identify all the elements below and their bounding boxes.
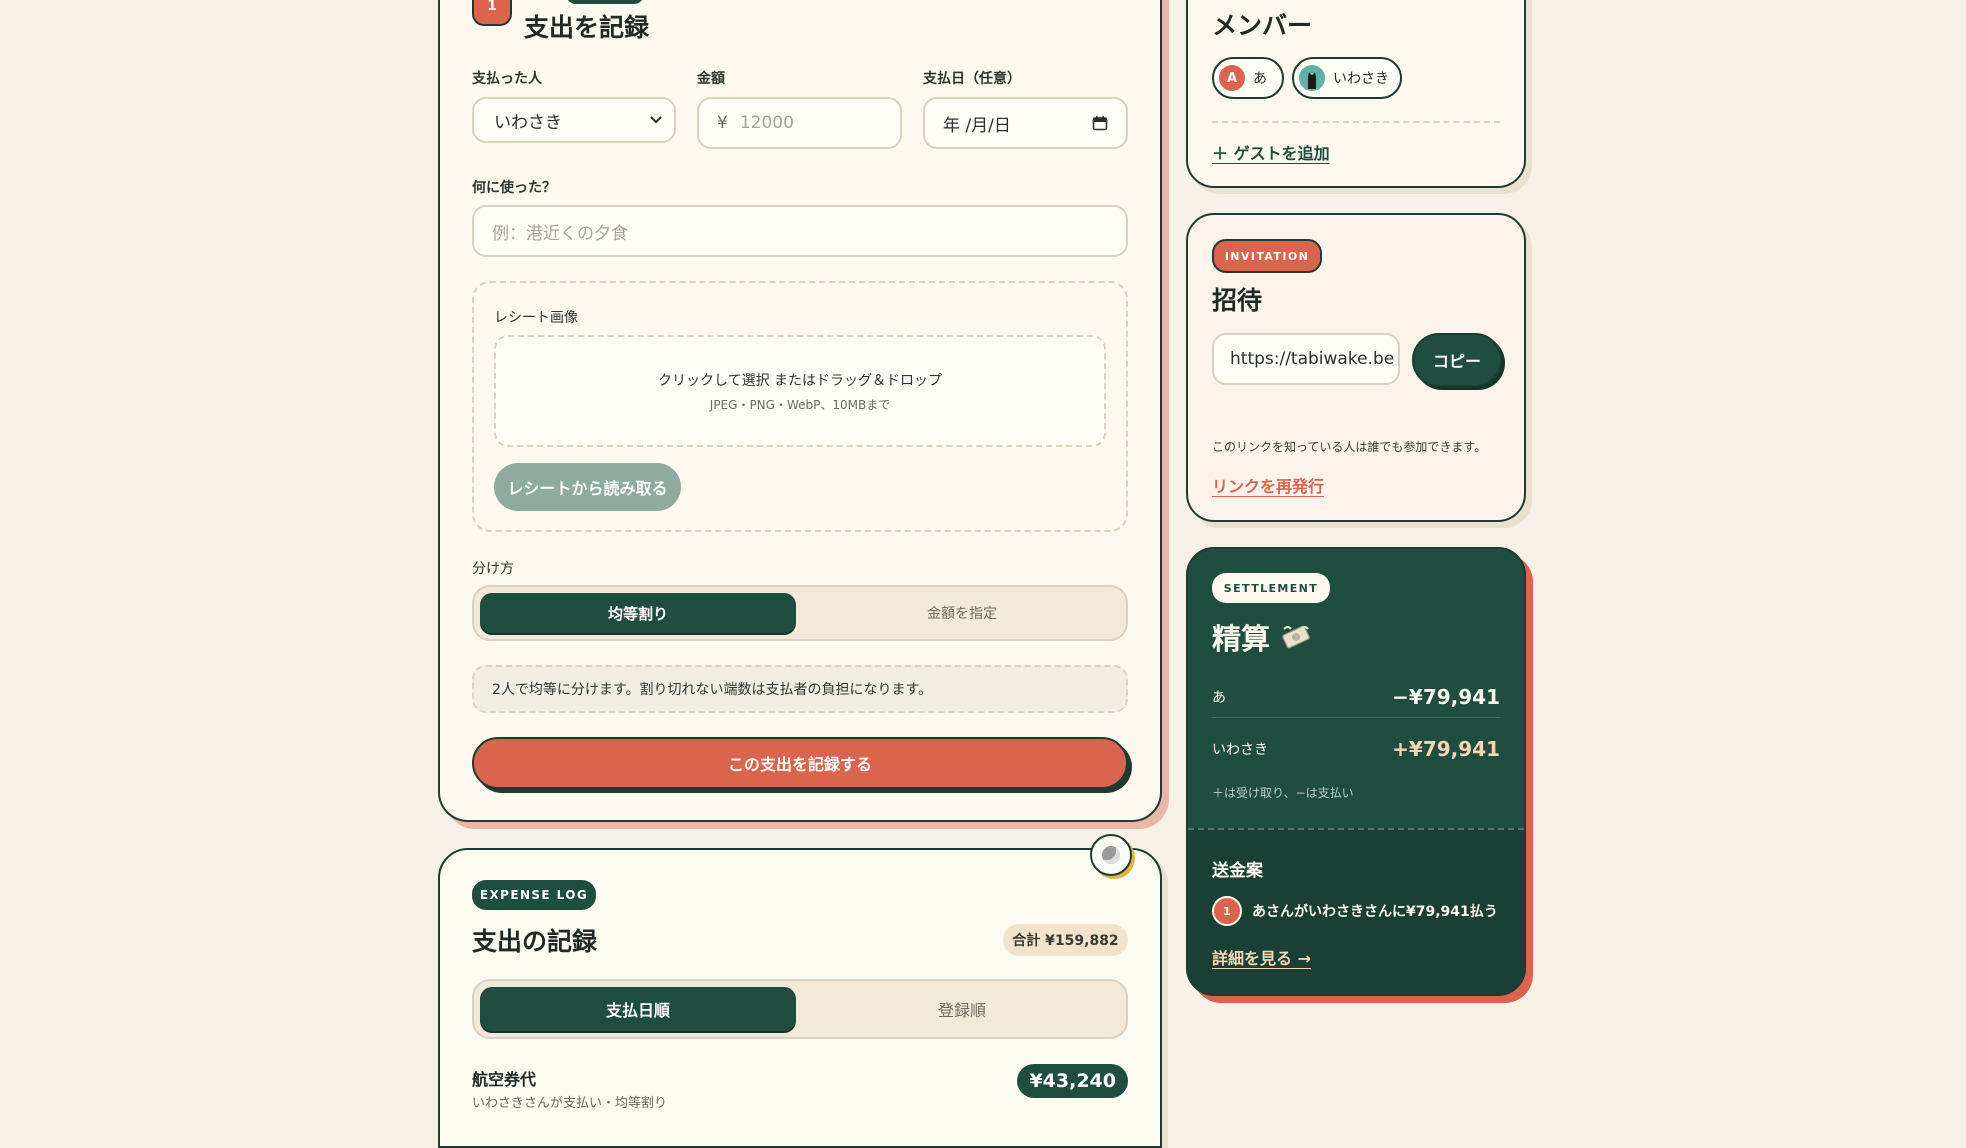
- settlement-member-name: いわさき: [1212, 742, 1268, 758]
- expense-form-title: 支出を記録: [524, 13, 650, 42]
- settlement-tag: SETTLEMENT: [1212, 573, 1330, 603]
- sort-toggle: 支払日順 登録順: [472, 979, 1128, 1039]
- split-note-text: 2人で均等に分けます。割り切れない端数は支払者の負担になります。: [492, 682, 933, 698]
- settlement-amount: −¥79,941: [1392, 684, 1500, 709]
- settlement-note: ＋は受け取り、−は支払い: [1212, 786, 1354, 800]
- purpose-placeholder: 例：港近くの夕食: [492, 223, 628, 244]
- invitation-note: このリンクを知っている人は誰でも参加できます。: [1212, 440, 1487, 454]
- invitation-url: https://tabiwake.be: [1230, 349, 1395, 369]
- members-title: メンバー: [1212, 11, 1313, 40]
- split-label: 分け方: [472, 561, 514, 577]
- amount-placeholder: 12000: [739, 113, 794, 133]
- read-receipt-button[interactable]: レシートから読み取る: [494, 463, 681, 511]
- transfer-title: 送金案: [1212, 861, 1263, 881]
- cat-avatar-icon: [1299, 65, 1325, 91]
- dropzone-main-text: クリックして選択 またはドラッグ＆ドロップ: [657, 372, 943, 389]
- transfer-text: あさんがいわさきさんに¥79,941払う: [1252, 904, 1498, 920]
- expense-log-tag: EXPENSE LOG: [472, 880, 596, 910]
- invitation-title: 招待: [1212, 286, 1263, 315]
- settlement-title: 精算: [1212, 622, 1271, 656]
- sort-option-date[interactable]: 支払日順: [480, 987, 796, 1031]
- payer-select-value: いわさき: [494, 112, 562, 133]
- member-name: あ: [1253, 71, 1267, 87]
- member-chip-a[interactable]: A あ: [1212, 57, 1284, 99]
- expense-total-text: 合計 ¥159,882: [1012, 933, 1119, 949]
- date-label: 支払日（任意）: [923, 71, 1021, 87]
- date-placeholder: 年 /月/日: [943, 115, 1011, 136]
- expense-total-badge: 合計 ¥159,882: [1003, 924, 1128, 956]
- chevron-down-icon: [650, 116, 662, 124]
- coin-icon: [1090, 834, 1132, 876]
- invitation-url-input[interactable]: https://tabiwake.be: [1212, 333, 1400, 385]
- date-input[interactable]: 年 /月/日: [923, 97, 1128, 149]
- member-chip-iwasaki[interactable]: いわさき: [1292, 57, 1402, 99]
- details-link[interactable]: 詳細を見る →: [1212, 945, 1311, 969]
- money-icon: [1282, 625, 1310, 649]
- step-badge: 1: [472, 0, 512, 26]
- payer-select[interactable]: いわさき: [472, 97, 676, 143]
- member-name: いわさき: [1333, 71, 1389, 87]
- expense-item-title: 航空券代: [472, 1070, 537, 1089]
- purpose-input[interactable]: 例：港近くの夕食: [472, 205, 1128, 257]
- copy-button[interactable]: コピー: [1412, 333, 1502, 387]
- settlement-card: [1186, 547, 1526, 996]
- settlement-title-row: 精算: [1212, 616, 1312, 658]
- amount-label: 金額: [697, 71, 725, 87]
- expense-log-title: 支出の記録: [472, 927, 598, 956]
- add-guest-link[interactable]: ＋ ゲストを追加: [1212, 140, 1330, 164]
- settlement-row: あ −¥79,941: [1212, 676, 1500, 718]
- calendar-icon[interactable]: [1092, 115, 1108, 131]
- split-option-custom[interactable]: 金額を指定: [804, 593, 1120, 633]
- split-note: 2人で均等に分けます。割り切れない端数は支払者の負担になります。: [472, 665, 1128, 713]
- transfer-index: 1: [1212, 896, 1242, 926]
- submit-expense-button[interactable]: この支出を記録する: [472, 737, 1128, 789]
- sort-option-registered[interactable]: 登録順: [804, 987, 1120, 1031]
- step-tab-decoration: [566, 0, 644, 4]
- reissue-link[interactable]: リンクを再発行: [1212, 473, 1324, 497]
- transfer-item: 1 あさんがいわさきさんに¥79,941払う: [1212, 896, 1498, 926]
- purpose-label: 何に使った？: [472, 180, 556, 196]
- copy-button-label: コピー: [1432, 352, 1481, 371]
- expense-list-item[interactable]: 航空券代 いわさきさんが支払い・均等割り ¥43,240: [472, 1060, 1128, 1111]
- read-receipt-button-label: レシートから読み取る: [507, 479, 668, 498]
- amount-input[interactable]: ¥ 12000: [697, 97, 902, 149]
- invitation-tag: INVITATION: [1212, 239, 1322, 273]
- submit-expense-button-label: この支出を記録する: [727, 755, 872, 774]
- settlement-amount: +¥79,941: [1392, 737, 1500, 761]
- settlement-row: いわさき +¥79,941: [1212, 728, 1500, 770]
- receipt-dropzone[interactable]: クリックして選択 またはドラッグ＆ドロップ JPEG・PNG・WebP、10MB…: [494, 335, 1106, 447]
- split-toggle: 均等割り 金額を指定: [472, 585, 1128, 641]
- expense-item-amount: ¥43,240: [1017, 1064, 1128, 1098]
- receipt-label: レシート画像: [494, 310, 578, 326]
- members-divider: [1212, 121, 1500, 123]
- step-number: 1: [487, 0, 497, 14]
- settlement-member-name: あ: [1212, 689, 1226, 706]
- split-option-equal[interactable]: 均等割り: [480, 593, 796, 633]
- expense-item-meta: いわさきさんが支払い・均等割り: [472, 1096, 668, 1111]
- currency-symbol: ¥: [717, 113, 728, 133]
- payer-label: 支払った人: [472, 71, 542, 87]
- dropzone-sub-text: JPEG・PNG・WebP、10MBまで: [709, 397, 891, 412]
- avatar: A: [1219, 65, 1245, 91]
